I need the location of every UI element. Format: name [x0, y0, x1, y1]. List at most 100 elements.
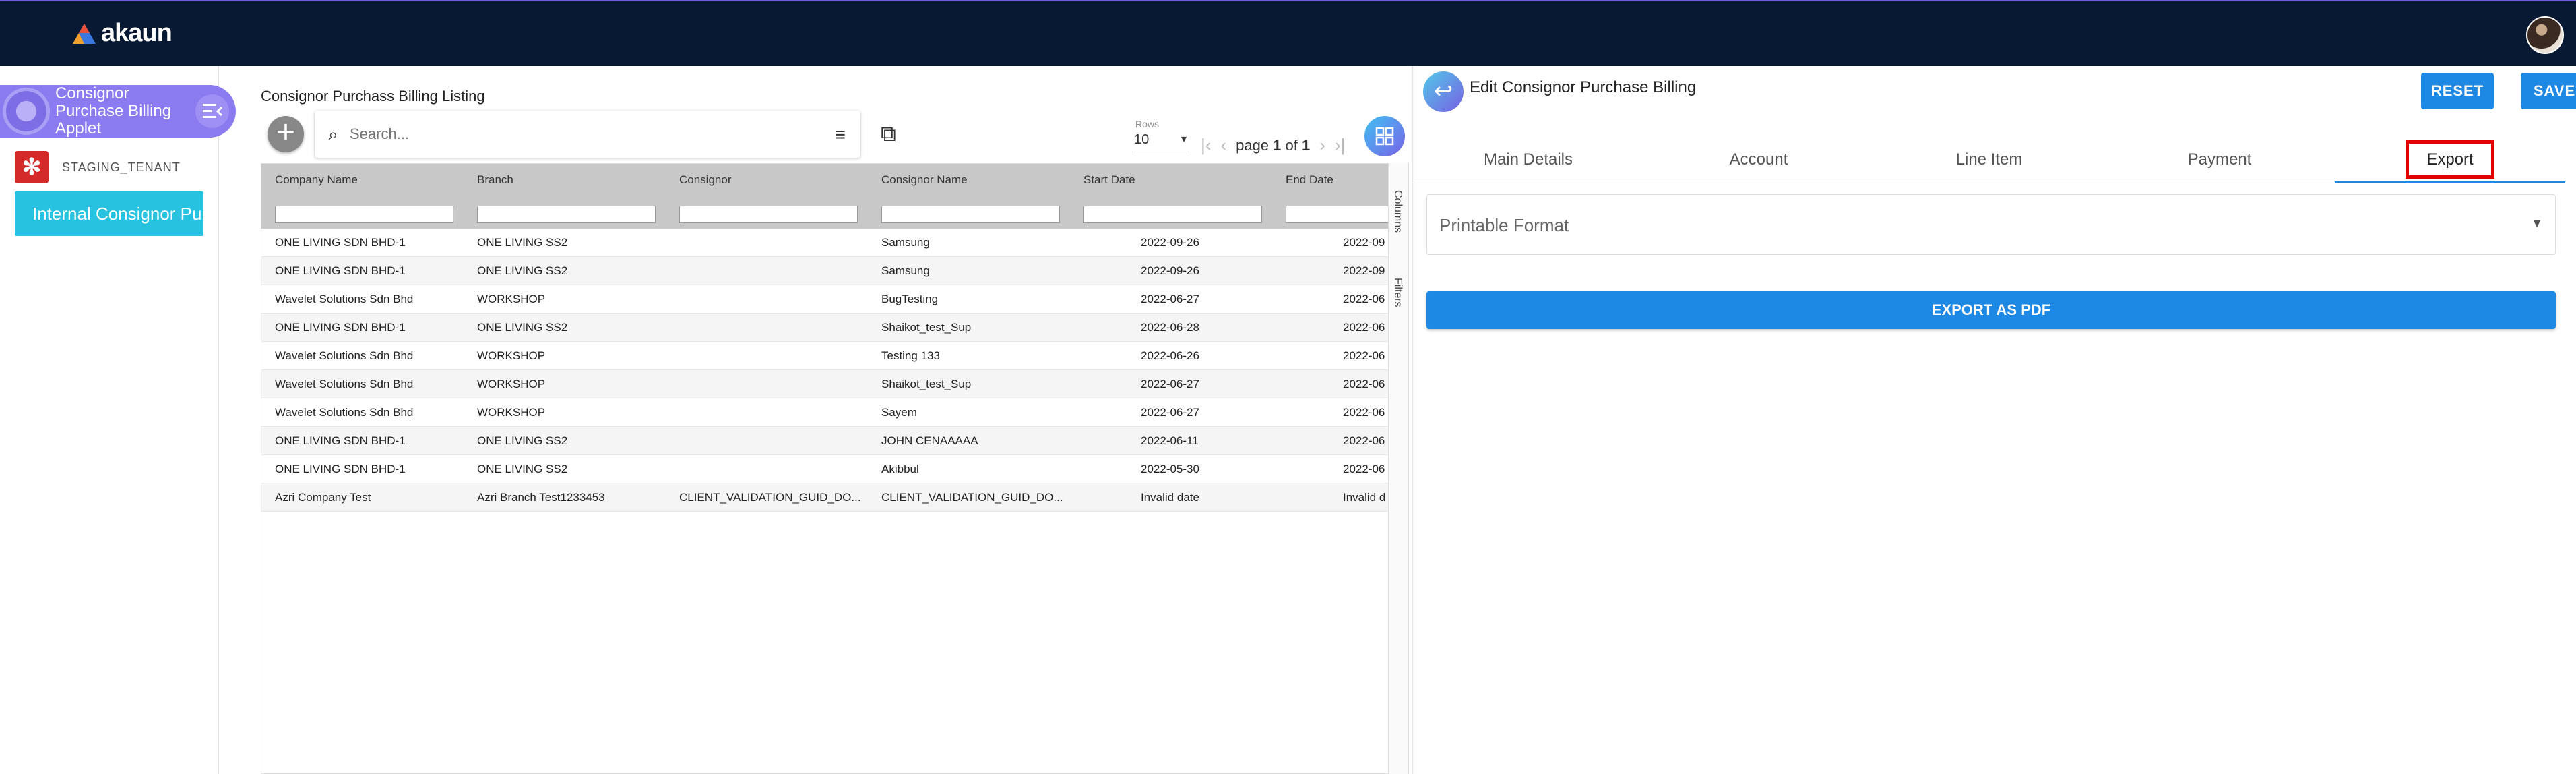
table-body: ONE LIVING SDN BHD-1 ONE LIVING SS2 Samsun…	[261, 229, 1388, 512]
export-pdf-button[interactable]: EXPORT AS PDF	[1426, 291, 2556, 329]
pager-current: 1	[1273, 136, 1282, 154]
tab-line-item[interactable]: Line Item	[1874, 136, 2104, 183]
column-header[interactable]: Consignor	[679, 173, 732, 187]
table-row[interactable]: Wavelet Solutions Sdn Bhd WORKSHOP Sayem 20…	[261, 398, 1388, 427]
table-row[interactable]: ONE LIVING SDN BHD-1 ONE LIVING SS2 Samsun…	[261, 229, 1388, 257]
tab-main-details[interactable]: Main Details	[1413, 136, 1643, 183]
last-page-icon[interactable]: ›|	[1335, 135, 1345, 156]
add-button[interactable]: +	[268, 116, 304, 152]
table-cell: Azri Company Test	[275, 491, 371, 504]
table-cell: 2022-06-28	[1141, 321, 1199, 334]
pager-prefix: page	[1236, 136, 1269, 154]
back-arrow-icon: ↩	[1433, 78, 1453, 104]
column-filter-input[interactable]	[1083, 206, 1262, 223]
table-cell: WORKSHOP	[477, 378, 546, 390]
app-logo[interactable]: akaun	[71, 19, 172, 48]
grid-view-button[interactable]	[1364, 116, 1405, 156]
table-cell: 2022-09-26	[1141, 264, 1199, 277]
table-header: Company Name Branch Consignor Consignor …	[261, 164, 1388, 229]
table-cell: 2022-06-27	[1141, 293, 1199, 305]
column-header[interactable]: Consignor Name	[881, 173, 968, 187]
column-header[interactable]: Company Name	[275, 173, 358, 187]
columns-tab[interactable]: Columns	[1391, 190, 1404, 233]
table-cell: Testing 133	[881, 349, 940, 362]
table-cell: WORKSHOP	[477, 406, 546, 419]
column-header[interactable]: End Date	[1286, 173, 1333, 187]
pager: |‹ ‹ page 1 of 1 › ›|	[1201, 135, 1345, 156]
table-cell: WORKSHOP	[477, 349, 546, 362]
export-list-icon[interactable]: ⧉	[881, 121, 896, 147]
table-row[interactable]: ONE LIVING SDN BHD-1 ONE LIVING SS2 Shaiko…	[261, 314, 1388, 342]
tab-export[interactable]: Export	[2335, 136, 2565, 183]
table-row[interactable]: ONE LIVING SDN BHD-1 ONE LIVING SS2 JOHN C…	[261, 427, 1388, 455]
edit-panel: ↩ Edit Consignor Purchase Billing RESET …	[1412, 66, 2576, 774]
next-page-icon[interactable]: ›	[1319, 135, 1325, 156]
filters-tab[interactable]: Filters	[1391, 278, 1404, 307]
table-cell: ONE LIVING SDN BHD-1	[275, 264, 406, 277]
table-cell: 2022-06	[1343, 434, 1385, 447]
table-cell: ONE LIVING SS2	[477, 321, 568, 334]
column-header[interactable]: Start Date	[1083, 173, 1135, 187]
table-cell: 2022-06	[1343, 406, 1385, 419]
table-row[interactable]: ONE LIVING SDN BHD-1 ONE LIVING SS2 Akibbu…	[261, 455, 1388, 483]
table-cell: 2022-09	[1343, 264, 1385, 277]
reset-button[interactable]: RESET	[2421, 73, 2494, 109]
table-cell: 2022-06	[1343, 293, 1385, 305]
search-input[interactable]	[350, 121, 821, 147]
table-cell: Akibbul	[881, 463, 919, 475]
table-cell: 2022-06-26	[1141, 349, 1199, 362]
column-filter-input[interactable]	[477, 206, 656, 223]
table-row[interactable]: ONE LIVING SDN BHD-1 ONE LIVING SS2 Samsun…	[261, 257, 1388, 285]
table-cell: BugTesting	[881, 293, 939, 305]
column-filter-input[interactable]	[881, 206, 1060, 223]
tab-payment[interactable]: Payment	[2104, 136, 2335, 183]
prev-page-icon[interactable]: ‹	[1220, 135, 1226, 156]
table-row[interactable]: Wavelet Solutions Sdn Bhd WORKSHOP Testing…	[261, 342, 1388, 370]
edit-tabs: Main Details Account Line Item Payment E…	[1413, 136, 2565, 183]
table-cell: Invalid date	[1141, 491, 1199, 504]
filter-icon[interactable]: ≡	[835, 124, 846, 146]
table-cell: 2022-06	[1343, 378, 1385, 390]
table-cell: 2022-06-27	[1141, 406, 1199, 419]
table-row[interactable]: Wavelet Solutions Sdn Bhd WORKSHOP BugTest…	[261, 285, 1388, 314]
pager-total: 1	[1302, 136, 1311, 154]
table-cell: ONE LIVING SS2	[477, 463, 568, 475]
table-cell: 2022-06	[1343, 321, 1385, 334]
menu-toggle-button[interactable]	[195, 94, 229, 128]
table-cell: Sayem	[881, 406, 917, 419]
rows-per-page-select[interactable]: 10 ▾	[1134, 132, 1189, 152]
table-cell: ONE LIVING SDN BHD-1	[275, 236, 406, 249]
grid-icon	[1375, 127, 1394, 146]
listing-table: Company Name Branch Consignor Consignor …	[261, 163, 1389, 774]
table-cell: CLIENT_VALIDATION_GUID_DO...	[881, 491, 1063, 504]
tenant-name: STAGING_TENANT	[62, 160, 181, 174]
table-cell: 2022-09	[1343, 236, 1385, 249]
table-cell: ONE LIVING SDN BHD-1	[275, 434, 406, 447]
table-cell: Invalid d	[1343, 491, 1386, 504]
tab-account[interactable]: Account	[1643, 136, 1874, 183]
akaun-logo-icon	[73, 23, 96, 44]
column-filter-input[interactable]	[275, 206, 453, 223]
table-cell: ONE LIVING SS2	[477, 236, 568, 249]
pager-text: page 1 of 1	[1236, 137, 1310, 154]
table-row[interactable]: Azri Company Test Azri Branch Test1233453…	[261, 483, 1388, 512]
printable-format-select[interactable]: Printable Format ▼	[1426, 194, 2556, 255]
column-filter-input[interactable]	[1286, 206, 1388, 223]
table-row[interactable]: Wavelet Solutions Sdn Bhd WORKSHOP Shaikot…	[261, 370, 1388, 398]
table-cell: WORKSHOP	[477, 293, 546, 305]
column-filter-input[interactable]	[679, 206, 858, 223]
tenant-row[interactable]: ✻ STAGING_TENANT	[15, 151, 181, 183]
save-button[interactable]: SAVE	[2521, 73, 2576, 109]
table-cell: ONE LIVING SS2	[477, 264, 568, 277]
sidebar-item-internal-consignor-purchase-billing[interactable]: Internal Consignor Purchase Billing	[15, 191, 203, 236]
tab-export-label: Export	[2406, 140, 2494, 179]
search-box: ⌕ ≡	[315, 111, 860, 158]
back-button[interactable]: ↩	[1423, 71, 1464, 112]
column-header[interactable]: Branch	[477, 173, 513, 187]
user-avatar[interactable]	[2526, 16, 2564, 54]
first-page-icon[interactable]: |‹	[1201, 135, 1211, 156]
listing-title: Consignor Purchass Billing Listing	[261, 88, 485, 105]
table-cell: 2022-06	[1343, 463, 1385, 475]
chevron-down-icon: ▾	[1181, 133, 1187, 145]
table-cell: ONE LIVING SDN BHD-1	[275, 321, 406, 334]
